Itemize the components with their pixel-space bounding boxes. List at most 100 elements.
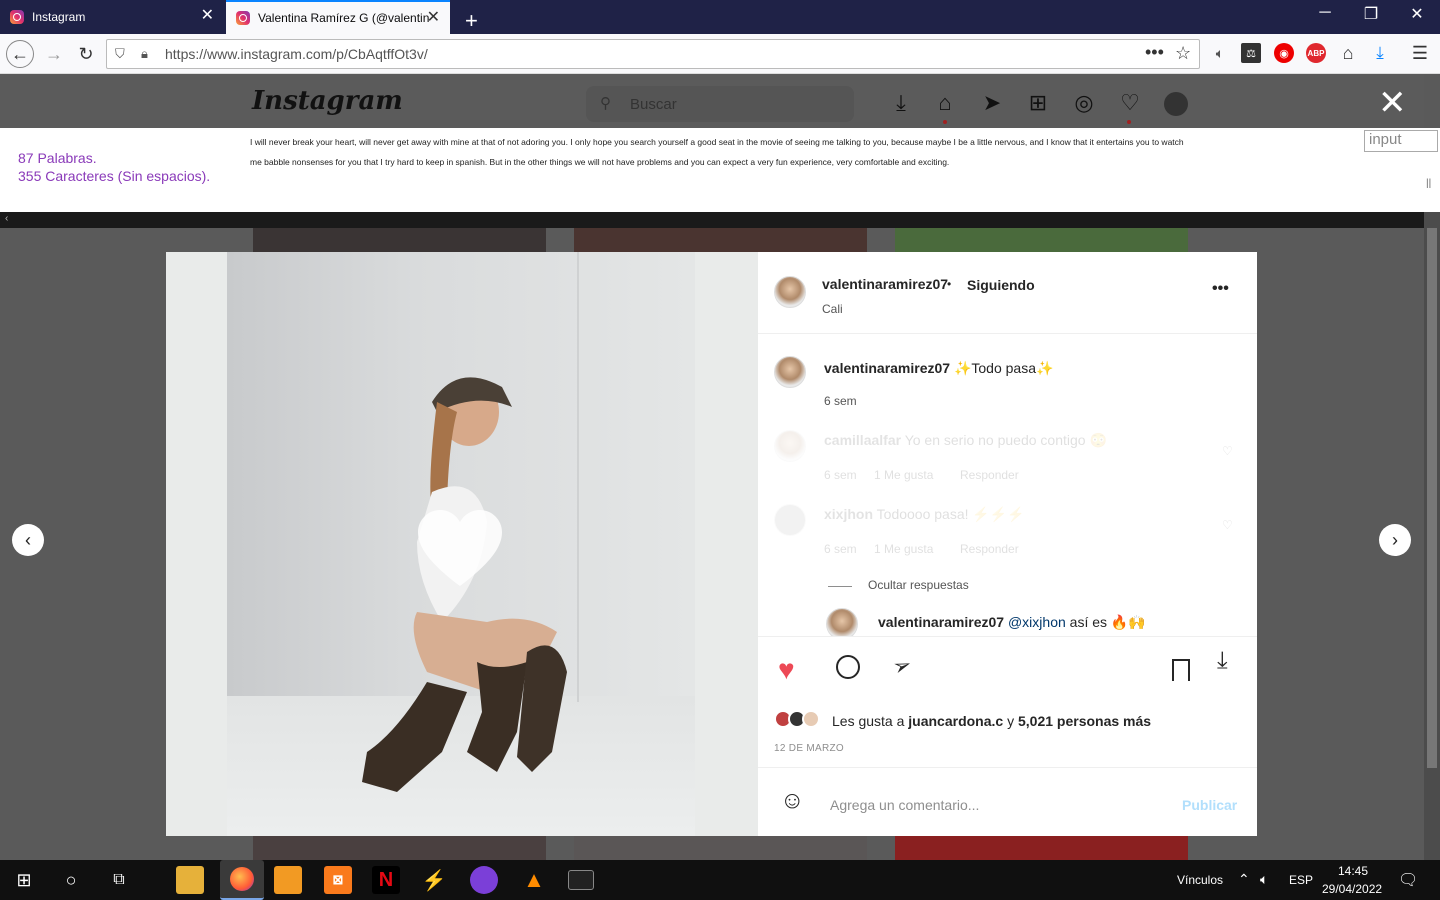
close-tab-icon[interactable]: ✕ <box>427 10 440 26</box>
tab-post[interactable]: Valentina Ramírez G (@valentin ✕ <box>226 0 450 34</box>
reply-mention[interactable]: @xixjhon <box>1008 614 1066 630</box>
close-tab-icon[interactable]: ✕ <box>201 8 214 24</box>
app-icon[interactable]: ⚡ <box>420 866 448 894</box>
notifications-icon[interactable]: 🗨︎ <box>1398 870 1418 890</box>
github-icon[interactable] <box>470 866 498 894</box>
post-media[interactable] <box>166 252 758 836</box>
comment-like-icon[interactable]: ♡ <box>1222 444 1233 458</box>
scrollbar-thumb[interactable] <box>1427 228 1437 768</box>
explore-icon[interactable]: ◎ <box>1071 90 1097 116</box>
cortana-search-icon[interactable]: ○ <box>57 866 85 894</box>
direct-icon[interactable]: ➤ <box>979 90 1005 116</box>
chevron-up-icon[interactable]: ⌃ <box>1238 871 1250 888</box>
vertical-scrollbar[interactable] <box>1424 212 1440 860</box>
comment-likes[interactable]: 1 Me gusta <box>874 542 933 556</box>
download-icon[interactable]: ⤓ <box>888 90 914 116</box>
comment-like-icon[interactable]: ♡ <box>1222 518 1233 532</box>
reload-icon[interactable]: ↻ <box>72 40 100 68</box>
tampermonkey-icon[interactable]: ⚖ <box>1241 43 1261 63</box>
reply-username[interactable]: valentinaramirez07 <box>878 614 1004 630</box>
save-bookmark-icon[interactable] <box>1172 659 1190 681</box>
caption-username[interactable]: valentinaramirez07 <box>824 360 950 376</box>
forward-icon[interactable]: → <box>40 40 68 68</box>
vlc-icon[interactable]: ▲ <box>520 866 548 894</box>
firefox-taskbar-icon[interactable] <box>220 860 264 900</box>
hide-replies-button[interactable]: Ocultar respuestas <box>868 578 969 592</box>
reply-button[interactable]: Responder <box>960 468 1019 482</box>
shield-icon[interactable]: ⛉ <box>115 46 125 62</box>
following-button[interactable]: Siguiendo <box>967 277 1035 293</box>
comment-username[interactable]: camillaalfar <box>824 432 901 448</box>
like-button-icon[interactable]: ♥ <box>778 655 795 685</box>
task-view-icon[interactable]: ⧉ <box>105 866 133 894</box>
post-location[interactable]: Cali <box>822 302 843 316</box>
clock-date[interactable]: 29/04/2022 <box>1322 882 1382 896</box>
close-modal-icon[interactable]: ✕ <box>1378 86 1407 120</box>
ublock-icon[interactable]: ◉ <box>1274 43 1294 63</box>
emoji-icon[interactable]: ☺ <box>780 788 805 814</box>
likes-count[interactable]: 5,021 personas más <box>1018 713 1151 729</box>
author-username[interactable]: valentinaramirez07 <box>822 276 948 292</box>
adblock-icon[interactable]: ABP <box>1306 43 1326 63</box>
search-input[interactable]: ⚲ Buscar <box>586 86 854 122</box>
minimize-icon[interactable]: ─ <box>1310 4 1340 22</box>
post-date[interactable]: 12 DE MARZO <box>774 743 844 754</box>
xampp-icon[interactable]: ⊠ <box>324 866 352 894</box>
commenter-avatar[interactable] <box>774 430 806 462</box>
reply-button[interactable]: Responder <box>960 542 1019 556</box>
grid-thumbnail[interactable] <box>253 836 546 860</box>
horizontal-scrollbar[interactable]: ‹ › <box>0 212 1440 228</box>
tab-instagram[interactable]: Instagram ✕ <box>0 0 224 34</box>
share-icon[interactable]: ➢ <box>889 651 915 682</box>
comment-icon[interactable] <box>836 655 860 679</box>
scroll-left-icon[interactable]: ‹ <box>5 213 8 224</box>
bookmark-star-icon[interactable]: ☆ <box>1175 43 1191 64</box>
language-indicator[interactable]: ESP <box>1289 873 1313 887</box>
page-actions-icon[interactable]: ••• <box>1145 42 1164 63</box>
home-icon[interactable]: ⌂ <box>1338 43 1358 63</box>
home-icon[interactable]: ⌂ <box>932 90 958 116</box>
start-windows-icon[interactable]: ⊞ <box>10 866 38 894</box>
back-icon[interactable]: ← <box>6 40 34 68</box>
close-window-icon[interactable]: ✕ <box>1402 4 1432 24</box>
author-avatar[interactable] <box>774 356 806 388</box>
file-explorer-icon[interactable] <box>176 866 204 894</box>
download-icon[interactable]: ⤓ <box>1217 647 1228 675</box>
comment-likes[interactable]: 1 Me gusta <box>874 468 933 482</box>
commenter-avatar[interactable] <box>774 504 806 536</box>
volume-icon[interactable]: 🔈︎ <box>1260 871 1268 888</box>
new-tab-button[interactable]: + <box>455 4 479 38</box>
more-options-icon[interactable]: ••• <box>1212 280 1229 298</box>
counter-input[interactable]: input <box>1364 130 1438 152</box>
next-post-button[interactable]: › <box>1379 524 1411 556</box>
netflix-icon[interactable]: N <box>372 866 400 894</box>
pause-icon[interactable]: || <box>1426 178 1431 189</box>
comments-list[interactable]: valentinaramirez07 ✨Todo pasa✨ 6 sem cam… <box>758 334 1257 636</box>
new-post-icon[interactable]: ⊞ <box>1025 90 1051 116</box>
likes-user[interactable]: juancardona.c <box>908 713 1003 729</box>
url-text[interactable]: https://www.instagram.com/p/CbAqtffOt3v/ <box>165 46 428 62</box>
browser-navbar: ← → ↻ ⛉ 🔒︎ https://www.instagram.com/p/C… <box>0 34 1440 74</box>
lock-icon[interactable]: 🔒︎ <box>141 46 148 62</box>
downloads-icon[interactable]: ⤓ <box>1370 43 1390 63</box>
restore-icon[interactable]: ❐ <box>1356 4 1386 24</box>
links-toolbar[interactable]: Vínculos <box>1177 873 1223 887</box>
reply-avatar[interactable] <box>826 608 858 636</box>
speaker-icon[interactable]: 🔈︎ <box>1210 43 1230 63</box>
previous-post-button[interactable]: ‹ <box>12 524 44 556</box>
menu-icon[interactable]: ☰ <box>1410 43 1430 63</box>
grid-thumbnail[interactable] <box>895 836 1188 860</box>
url-bar[interactable]: ⛉ 🔒︎ https://www.instagram.com/p/CbAqtff… <box>106 39 1200 69</box>
comment-username[interactable]: xixjhon <box>824 506 873 522</box>
comment-input[interactable]: Agrega un comentario... <box>830 797 979 813</box>
profile-avatar[interactable] <box>1164 92 1188 116</box>
grid-thumbnail[interactable] <box>574 836 867 860</box>
terminal-icon[interactable] <box>568 870 594 890</box>
sublime-text-icon[interactable] <box>274 866 302 894</box>
liker-avatar[interactable] <box>802 710 820 728</box>
publish-button[interactable]: Publicar <box>1182 797 1237 813</box>
author-avatar[interactable] <box>774 276 806 308</box>
activity-heart-icon[interactable]: ♡ <box>1117 90 1143 116</box>
instagram-logo[interactable]: Instagram <box>252 86 403 116</box>
clock-time[interactable]: 14:45 <box>1338 864 1368 878</box>
